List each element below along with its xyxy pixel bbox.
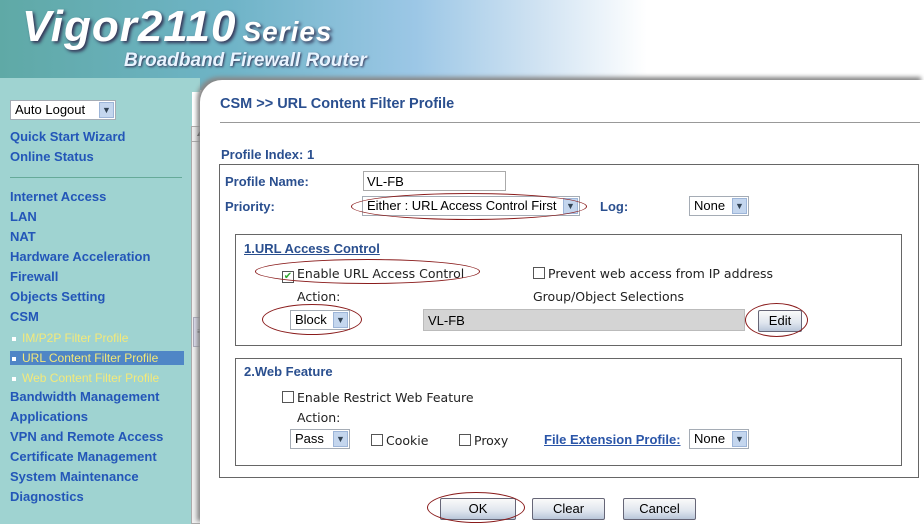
enable-web-feature-label: Enable Restrict Web Feature [297,390,474,405]
url-access-control-title: 1.URL Access Control [244,241,380,256]
sidebar-item[interactable]: NAT [10,229,36,244]
header-banner: Vigor2110 Series Broadband Firewall Route… [0,0,924,90]
file-extension-select[interactable]: None ▼ [689,429,749,449]
chevron-down-icon: ▼ [732,198,747,214]
logo: Vigor2110 Series [22,2,333,52]
sidebar-subitem[interactable]: IM/P2P Filter Profile [12,331,128,345]
chevron-down-icon: ▼ [732,431,747,447]
proxy-checkbox[interactable]: Proxy [459,433,508,448]
log-value: None [694,198,726,213]
web-action-select[interactable]: Pass ▼ [290,429,350,449]
sidebar-item[interactable]: Online Status [10,149,94,164]
prevent-ip-access-checkbox[interactable]: Prevent web access from IP address [533,266,773,281]
cookie-label: Cookie [386,433,429,448]
log-select[interactable]: None ▼ [689,196,749,216]
web-action-value: Pass [295,431,324,446]
sidebar-item[interactable]: Certificate Management [10,449,157,464]
title-divider [220,122,920,123]
auto-logout-select[interactable]: Auto Logout ▼ [10,100,116,120]
checkbox-icon[interactable] [533,267,545,279]
logo-model: Vigor2110 [22,2,237,51]
proxy-label: Proxy [474,433,509,448]
edit-button[interactable]: Edit [758,310,802,332]
logo-series: Series [242,16,333,47]
priority-label: Priority: [225,199,275,214]
page-title: CSM >> URL Content Filter Profile [220,96,455,112]
chevron-down-icon: ▼ [563,198,578,214]
sidebar-item[interactable]: Applications [10,409,88,424]
enable-url-access-checkbox[interactable]: ✔ Enable URL Access Control [282,266,464,283]
group-object-label: Group/Object Selections [533,289,685,304]
file-extension-profile-link[interactable]: File Extension Profile: [544,432,681,447]
checkbox-checked-icon[interactable]: ✔ [282,271,294,283]
profile-index: Profile Index: 1 [221,147,315,162]
chevron-down-icon: ▼ [333,312,348,328]
log-label: Log: [600,199,629,214]
chevron-down-icon: ▼ [333,431,348,447]
sidebar-item[interactable]: LAN [10,209,37,224]
profile-name-label: Profile Name: [225,174,309,189]
logo-subtitle: Broadband Firewall Router [124,50,367,71]
sidebar-item[interactable]: Quick Start Wizard [10,129,125,144]
sidebar-item[interactable]: Objects Setting [10,289,105,304]
cancel-button[interactable]: Cancel [623,498,696,520]
sidebar-item[interactable]: Internet Access [10,189,106,204]
group-object-field[interactable]: VL-FB [423,309,745,331]
prevent-ip-access-label: Prevent web access from IP address [548,266,774,281]
file-extension-value: None [694,431,726,446]
enable-url-access-label: Enable URL Access Control [297,266,465,281]
sidebar-divider [10,177,182,178]
web-action-label: Action: [297,410,341,425]
url-action-select[interactable]: Block ▼ [290,310,350,330]
sidebar-item[interactable]: Hardware Acceleration [10,249,150,264]
web-feature-title: 2.Web Feature [244,364,333,379]
checkbox-icon[interactable] [282,391,294,403]
profile-name-input[interactable] [363,171,506,191]
url-action-value: Block [295,312,327,327]
sidebar-subitem[interactable]: URL Content Filter Profile [10,351,184,365]
auto-logout-value: Auto Logout [15,102,86,117]
checkbox-icon[interactable] [459,434,471,446]
url-action-label: Action: [297,289,341,304]
sidebar-subitem[interactable]: Web Content Filter Profile [12,371,159,385]
priority-value: Either : URL Access Control First [367,198,557,213]
sidebar-item[interactable]: Diagnostics [10,489,84,504]
chevron-down-icon: ▼ [99,102,114,118]
checkbox-icon[interactable] [371,434,383,446]
enable-web-feature-checkbox[interactable]: Enable Restrict Web Feature [282,390,474,405]
cookie-checkbox[interactable]: Cookie [371,433,428,448]
sidebar-item[interactable]: VPN and Remote Access [10,429,163,444]
sidebar-item[interactable]: Firewall [10,269,58,284]
sidebar-item[interactable]: CSM [10,309,39,324]
priority-select[interactable]: Either : URL Access Control First ▼ [362,196,580,216]
ok-button[interactable]: OK [440,498,516,520]
sidebar-item[interactable]: Bandwidth Management [10,389,160,404]
clear-button[interactable]: Clear [532,498,605,520]
sidebar-item[interactable]: System Maintenance [10,469,139,484]
